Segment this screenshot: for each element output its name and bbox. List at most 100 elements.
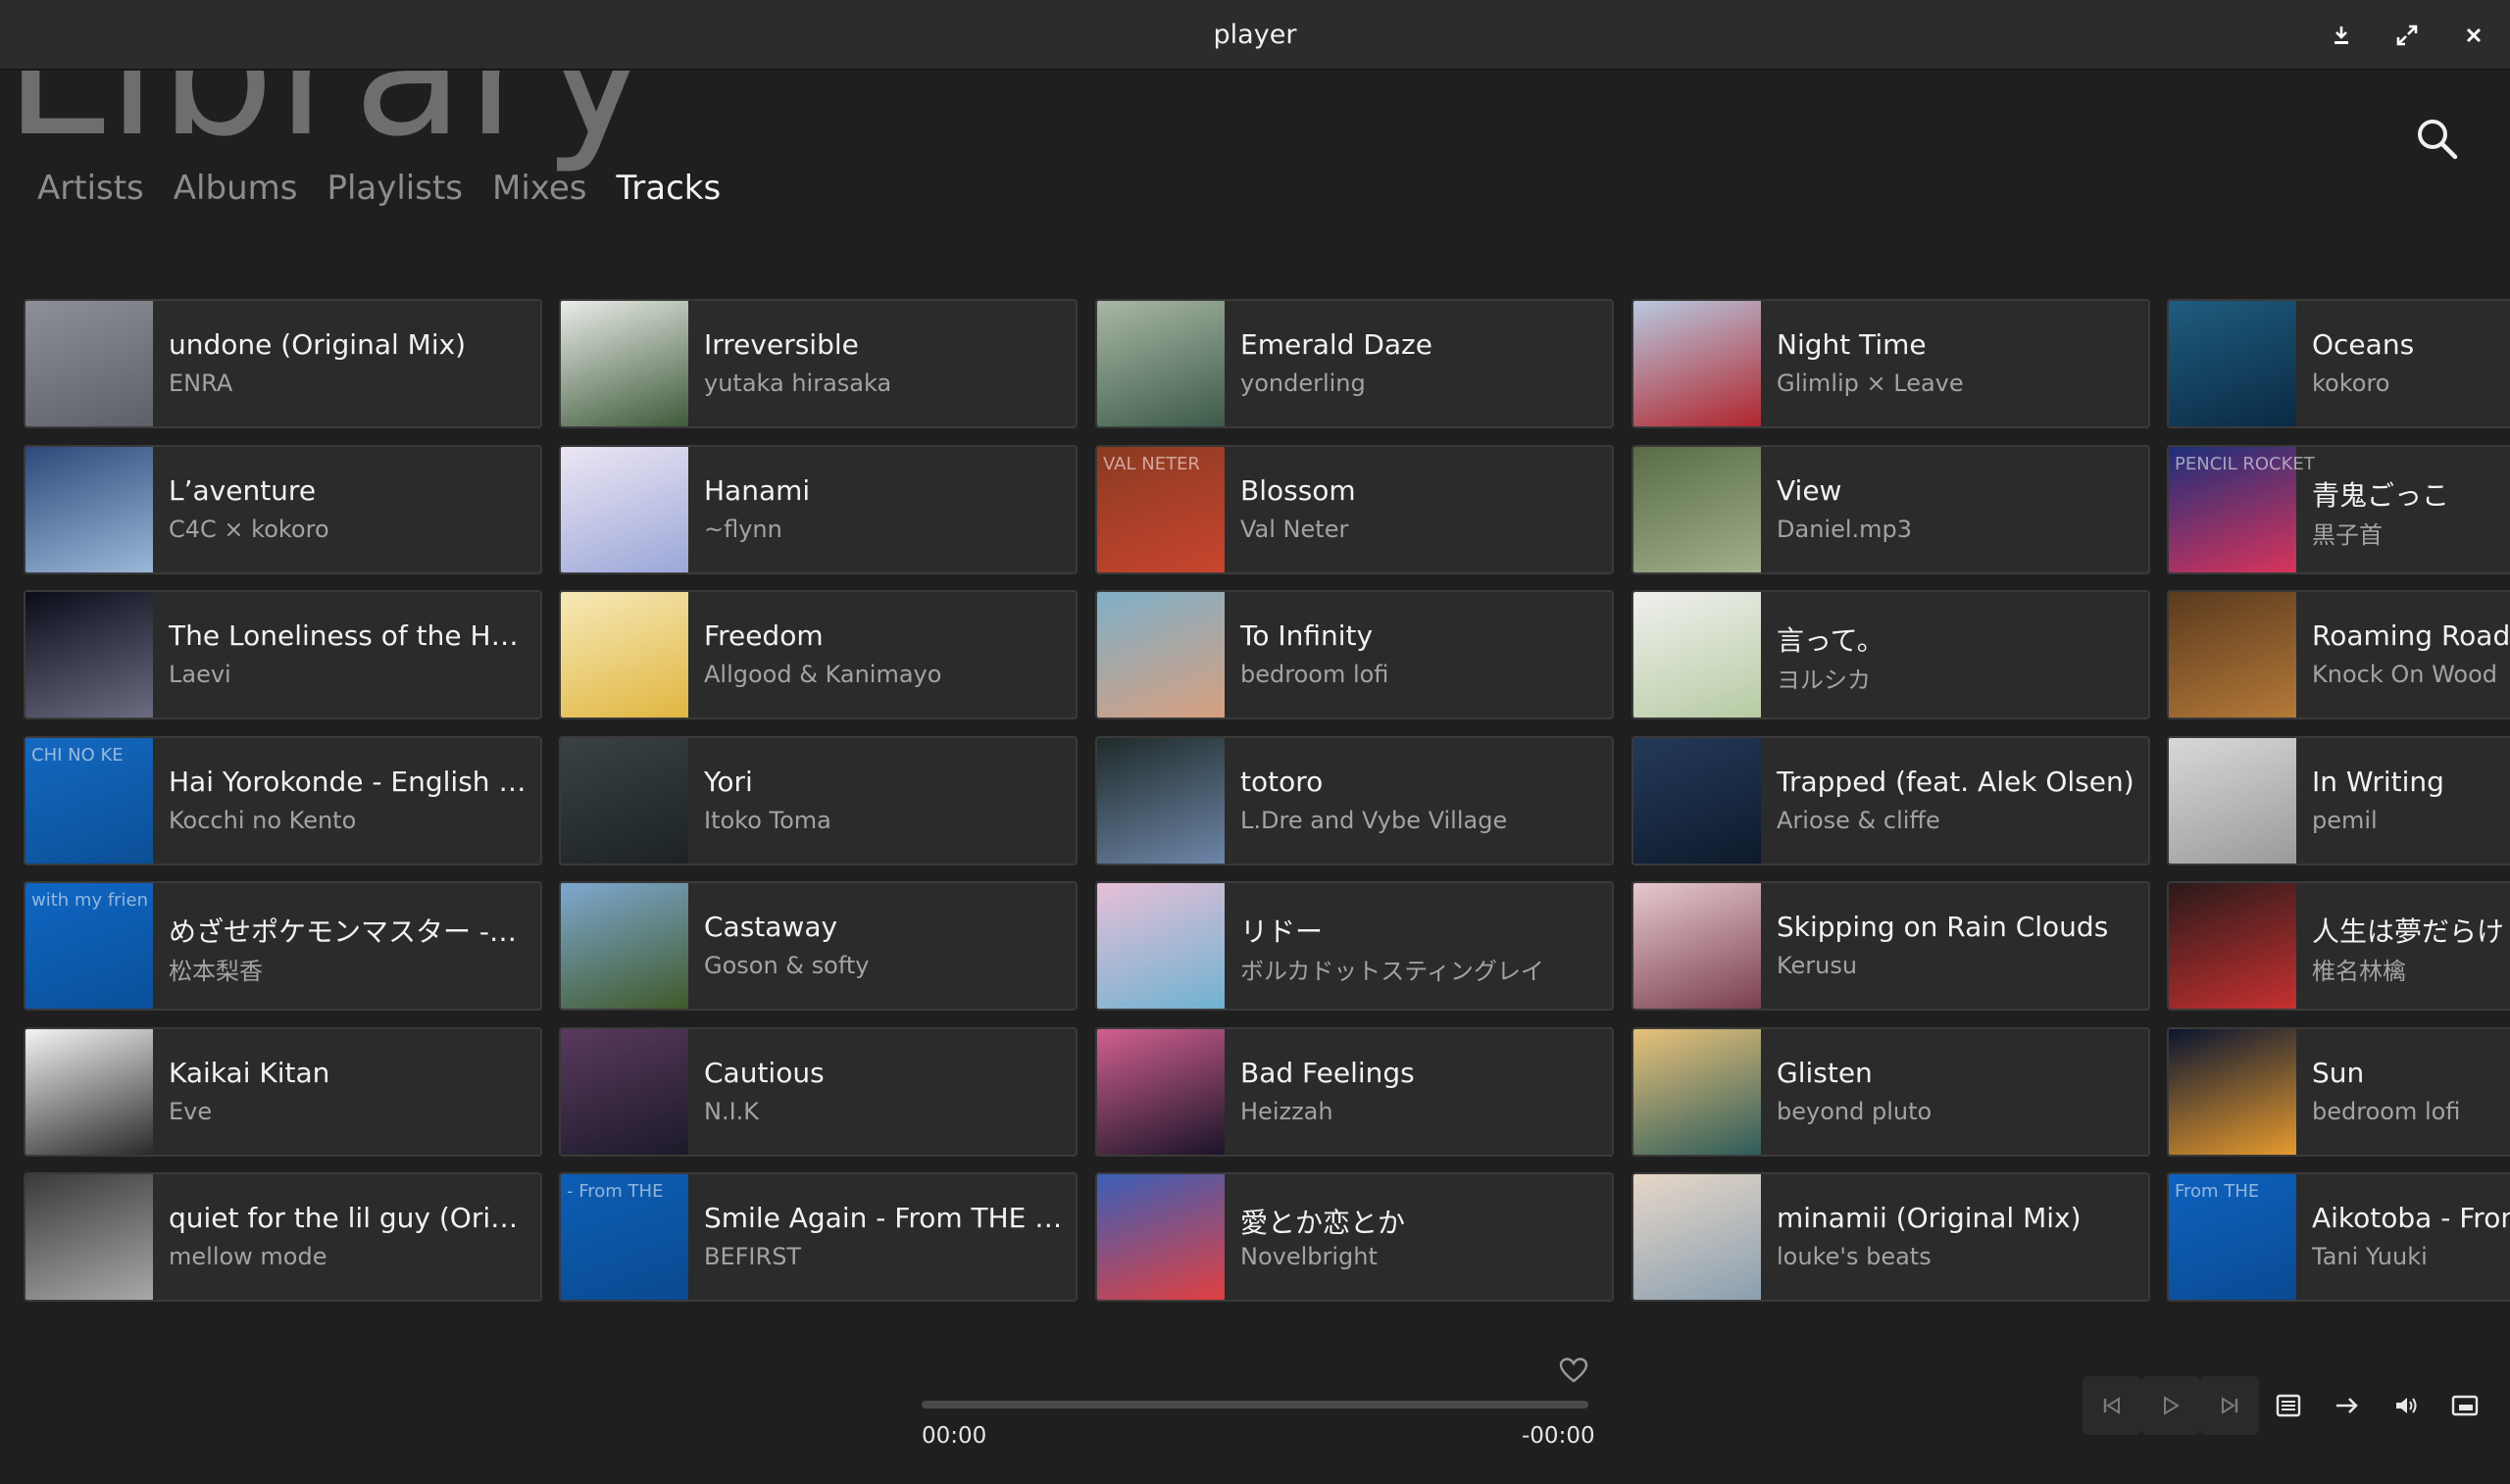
track-card[interactable]: totoro L.Dre and Vybe Village: [1095, 736, 1614, 866]
track-title: Aikotoba - From THE FIRST TAKE: [2312, 1202, 2510, 1234]
album-art: [25, 301, 153, 426]
close-icon[interactable]: [2456, 18, 2491, 53]
track-card[interactable]: Bad Feelings Heizzah: [1095, 1027, 1614, 1157]
track-card[interactable]: Freedom Allgood & Kanimayo: [559, 590, 1078, 719]
track-card[interactable]: VAL NETER Blossom Val Neter: [1095, 445, 1614, 574]
track-title: Night Time: [1777, 328, 1927, 361]
track-artist: Eve: [169, 1098, 213, 1125]
track-card[interactable]: リドー ボルカドットスティングレイ: [1095, 881, 1614, 1011]
track-title: undone (Original Mix): [169, 328, 467, 361]
album-art: From THE: [2169, 1174, 2296, 1300]
track-title: 人生は夢だらけ: [2312, 915, 2505, 948]
volume-icon[interactable]: [2377, 1376, 2435, 1435]
track-card[interactable]: Kaikai Kitan Eve: [24, 1027, 542, 1157]
track-card[interactable]: PENCIL ROCKET 青鬼ごっこ 黒子首: [2167, 445, 2510, 574]
track-card[interactable]: quiet for the lil guy (Original Mix) mell…: [24, 1172, 542, 1302]
track-title: Irreversible: [704, 328, 859, 361]
repeat-arrow-icon[interactable]: [2318, 1376, 2377, 1435]
play-icon[interactable]: [2141, 1376, 2200, 1435]
track-title: 青鬼ごっこ: [2312, 479, 2450, 512]
track-card[interactable]: Trapped (feat. Alek Olsen) Ariose & cliff…: [1632, 736, 2150, 866]
maximize-icon[interactable]: [2389, 18, 2425, 53]
track-card[interactable]: Hanami ~flynn: [559, 445, 1078, 574]
track-title: Trapped (feat. Alek Olsen): [1777, 766, 2134, 798]
track-card[interactable]: Skipping on Rain Clouds Kerusu: [1632, 881, 2150, 1011]
track-card[interactable]: In Writing pemil: [2167, 736, 2510, 866]
track-card[interactable]: View Daniel.mp3: [1632, 445, 2150, 574]
album-art: CHI NO KE: [25, 738, 153, 864]
track-card[interactable]: Glisten beyond pluto: [1632, 1027, 2150, 1157]
album-art: [2169, 883, 2296, 1009]
track-title: Freedom: [704, 619, 824, 652]
track-card[interactable]: 言って。 ヨルシカ: [1632, 590, 2150, 719]
track-title: Hai Yorokonde - English ver: [169, 766, 531, 798]
track-title: Cautious: [704, 1057, 825, 1089]
track-title: Sun: [2312, 1057, 2365, 1089]
track-card[interactable]: Sun bedroom lofi: [2167, 1027, 2510, 1157]
track-artist: kokoro: [2312, 370, 2390, 397]
track-title: Hanami: [704, 474, 811, 507]
track-card[interactable]: To Infinity bedroom lofi: [1095, 590, 1614, 719]
track-title: In Writing: [2312, 766, 2444, 798]
tab-playlists[interactable]: Playlists: [326, 169, 463, 208]
previous-track-icon[interactable]: [2083, 1376, 2141, 1435]
track-card[interactable]: 愛とか恋とか Novelbright: [1095, 1172, 1614, 1302]
tab-artists[interactable]: Artists: [37, 169, 144, 208]
tab-albums[interactable]: Albums: [174, 169, 298, 208]
favorite-heart-icon[interactable]: [1559, 1357, 1588, 1384]
track-artist: C4C × kokoro: [169, 516, 329, 543]
track-artist: ~flynn: [704, 516, 782, 543]
track-title: Emerald Daze: [1240, 328, 1432, 361]
track-card[interactable]: Yori Itoko Toma: [559, 736, 1078, 866]
next-track-icon[interactable]: [2200, 1376, 2259, 1435]
track-title: めざせポケモンマスター -with my friends-: [169, 915, 531, 948]
track-artist: ヨルシカ: [1777, 667, 1871, 694]
tab-tracks[interactable]: Tracks: [617, 169, 722, 208]
library-heading-text: Library: [4, 71, 652, 176]
track-card[interactable]: L’aventure C4C × kokoro: [24, 445, 542, 574]
track-card[interactable]: undone (Original Mix) ENRA: [24, 299, 542, 428]
track-card[interactable]: Irreversible yutaka hirasaka: [559, 299, 1078, 428]
track-card[interactable]: Night Time Glimlip × Leave: [1632, 299, 2150, 428]
track-card[interactable]: The Loneliness of the Hedgehog Laevi: [24, 590, 542, 719]
track-card[interactable]: Cautious N.I.K: [559, 1027, 1078, 1157]
track-title: Castaway: [704, 911, 838, 943]
track-card[interactable]: Castaway Goson & softy: [559, 881, 1078, 1011]
album-art: [1097, 883, 1225, 1009]
track-card[interactable]: 人生は夢だらけ椎名林檎: [2167, 881, 2510, 1011]
track-card[interactable]: Emerald Daze yonderling: [1095, 299, 1614, 428]
download-icon[interactable]: [2324, 18, 2359, 53]
track-title: To Infinity: [1240, 619, 1374, 652]
track-card[interactable]: CHI NO KE Hai Yorokonde - English ver Kocc…: [24, 736, 542, 866]
track-artist: louke's beats: [1777, 1243, 1932, 1270]
time-elapsed: 00:00: [922, 1423, 987, 1449]
library-tabs: Artists Albums Playlists Mixes Tracks: [37, 169, 750, 208]
track-card[interactable]: - From THE Smile Again - From THE FIRST T…: [559, 1172, 1078, 1302]
track-title: Roaming Road: [2312, 619, 2510, 652]
album-art: [1633, 1029, 1761, 1155]
track-card[interactable]: with my frien めざせポケモンマスター -with my friend…: [24, 881, 542, 1011]
track-card[interactable]: From THE Aikotoba - From THE FIRST TAKE Ta…: [2167, 1172, 2510, 1302]
album-art: [1097, 592, 1225, 717]
album-art: [561, 883, 688, 1009]
track-title: Skipping on Rain Clouds: [1777, 911, 2109, 943]
track-artist: L.Dre and Vybe Village: [1240, 807, 1508, 834]
track-artist: 椎名林檎: [2312, 958, 2406, 985]
seek-bar[interactable]: [922, 1401, 1588, 1409]
album-art: [1633, 1174, 1761, 1300]
miniplayer-icon[interactable]: [2435, 1376, 2494, 1435]
search-icon[interactable]: [2414, 116, 2461, 163]
track-artist: Itoko Toma: [704, 807, 831, 834]
track-card[interactable]: Oceans kokoro: [2167, 299, 2510, 428]
track-title: Yori: [704, 766, 753, 798]
album-art: VAL NETER: [1097, 447, 1225, 572]
album-art: [561, 301, 688, 426]
tab-mixes[interactable]: Mixes: [492, 169, 587, 208]
track-artist: BEFIRST: [704, 1243, 802, 1270]
track-artist: 黒子首: [2312, 521, 2383, 549]
track-card[interactable]: Roaming Road Knock On Wood: [2167, 590, 2510, 719]
album-art: [25, 592, 153, 717]
track-card[interactable]: minamii (Original Mix) louke's beats: [1632, 1172, 2150, 1302]
queue-list-icon[interactable]: [2259, 1376, 2318, 1435]
track-title: quiet for the lil guy (Original Mix): [169, 1202, 531, 1234]
